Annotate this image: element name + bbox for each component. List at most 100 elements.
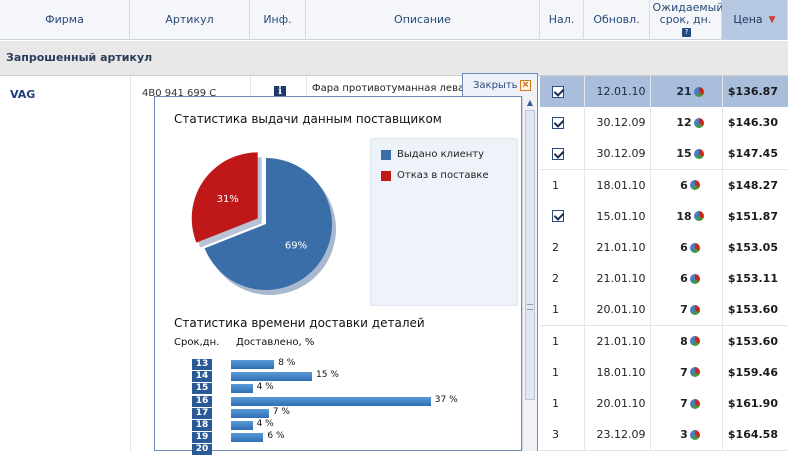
term-cell: 12	[658, 107, 722, 138]
scroll-up-icon[interactable]: ▲	[524, 98, 536, 110]
divider	[584, 107, 585, 139]
availability-cell: 1	[552, 334, 559, 348]
table-row[interactable]: 1 20.01.10 7 $161.90	[540, 388, 788, 420]
col-availability[interactable]: Нал.	[540, 0, 584, 40]
updated-cell: 12.01.10	[596, 85, 646, 98]
time-title: Статистика времени доставки деталей	[174, 316, 425, 330]
stats-pie-icon[interactable]	[693, 117, 704, 128]
close-button[interactable]: Закрыть ×	[462, 73, 538, 97]
price-cell: $136.87	[727, 85, 778, 98]
bar-value-label: 37 %	[434, 394, 458, 405]
stats-pie-icon[interactable]	[693, 86, 704, 97]
in-stock-checkbox-icon	[552, 116, 564, 129]
divider	[650, 138, 651, 170]
price-cell: $153.11	[727, 272, 778, 286]
divider	[722, 138, 723, 170]
item-firm: VAG	[10, 88, 36, 101]
bar-value-label: 7 %	[272, 406, 290, 417]
col-price[interactable]: Цена ▼	[722, 0, 788, 40]
bar-category-label: 20	[192, 444, 212, 455]
updated-cell: 18.01.10	[596, 365, 646, 379]
availability-cell	[552, 76, 582, 107]
stats-pie-icon[interactable]	[689, 180, 700, 191]
updated-cell: 18.01.10	[596, 178, 646, 192]
updated-cell: 20.01.10	[596, 397, 646, 410]
scrollbar-thumb[interactable]	[525, 110, 535, 400]
divider	[722, 232, 723, 263]
availability-cell	[552, 138, 582, 169]
pie-slice-label: 69%	[285, 240, 307, 251]
divider	[650, 325, 651, 357]
table-row[interactable]: 1 18.01.10 7 $159.46	[540, 356, 788, 389]
stats-pie-icon[interactable]	[689, 429, 700, 440]
term-cell: 18	[658, 201, 722, 232]
bar-category-label: 13	[192, 359, 212, 370]
updated-cell: 21.01.10	[596, 272, 646, 286]
stats-pie-icon[interactable]	[693, 148, 704, 159]
table-row[interactable]: 30.12.09 15 $147.45	[540, 138, 788, 171]
availability-cell: 1	[552, 178, 559, 192]
stats-pie-icon[interactable]	[689, 304, 700, 315]
divider	[584, 169, 585, 201]
col-description[interactable]: Описание	[306, 0, 540, 40]
term-cell: 21	[658, 76, 722, 107]
term-cell: 7	[658, 294, 722, 325]
pie-slice-label: 31%	[217, 194, 239, 205]
col-info[interactable]: Инф.	[250, 0, 306, 40]
divider	[584, 294, 585, 326]
close-icon[interactable]: ×	[520, 80, 531, 91]
bar-category-label: 18	[192, 420, 212, 431]
availability-cell	[552, 107, 582, 138]
bar-value-label: 4 %	[256, 419, 274, 429]
table-row[interactable]: 2 21.01.10 6 $153.11	[540, 263, 788, 296]
term-cell: 6	[658, 232, 722, 263]
stats-pie-icon[interactable]	[689, 242, 700, 253]
stats-pie-icon[interactable]	[689, 367, 700, 378]
col-article[interactable]: Артикул	[130, 0, 250, 40]
term-value: 18	[676, 209, 692, 223]
divider	[650, 76, 651, 107]
stats-pie-icon[interactable]	[689, 336, 700, 347]
updated-cell: 23.12.09	[596, 428, 646, 442]
divider	[650, 200, 651, 232]
divider	[650, 232, 651, 263]
divider	[584, 200, 585, 232]
price-cell: $164.58	[727, 428, 778, 442]
divider	[650, 263, 651, 295]
stats-pie-icon[interactable]	[689, 273, 700, 284]
table-row[interactable]: 3 23.12.09 3 $164.58	[540, 419, 788, 452]
bar-value-label: 4 %	[256, 382, 274, 393]
bar	[231, 408, 269, 418]
bar	[231, 360, 275, 369]
col-firm[interactable]: Фирма	[0, 0, 130, 40]
stats-pie-icon[interactable]	[693, 211, 704, 222]
table-row[interactable]: 30.12.09 12 $146.30	[540, 107, 788, 140]
divider	[650, 107, 651, 139]
delivery-pie-chart: 69% 31%	[191, 152, 336, 295]
col-updated[interactable]: Обновл.	[584, 0, 650, 40]
table-row[interactable]: 1 18.01.10 6 $148.27	[540, 169, 788, 202]
help-icon[interactable]: ?	[682, 27, 691, 37]
table-row[interactable]: 12.01.10 21 $136.87	[540, 76, 788, 108]
price-cell: $147.45	[727, 147, 778, 161]
price-cell: $161.90	[727, 397, 778, 410]
divider	[722, 107, 723, 139]
divider	[584, 388, 585, 419]
stats-title: Статистика выдачи данным поставщиком	[174, 112, 442, 126]
term-value: 15	[676, 147, 692, 161]
col-expected-term[interactable]: Ожидаемый срок, дн.?	[650, 0, 723, 40]
updated-cell: 30.12.09	[596, 116, 646, 130]
term-cell: 6	[658, 263, 722, 294]
section-title: Запрошенный артикул	[6, 51, 153, 64]
availability-cell: 2	[552, 241, 559, 254]
section-requested-article: Запрошенный артикул	[0, 41, 788, 76]
price-cell: $159.46	[727, 365, 778, 379]
table-row[interactable]: 1 21.01.10 8 $153.60	[540, 325, 788, 358]
table-row[interactable]: 2 21.01.10 6 $153.05	[540, 232, 788, 264]
divider	[584, 263, 585, 295]
term-cell: 6	[658, 170, 722, 201]
table-row[interactable]: 1 20.01.10 7 $153.60	[540, 294, 788, 327]
table-row[interactable]: 15.01.10 18 $151.87	[540, 200, 788, 233]
stats-pie-icon[interactable]	[689, 398, 700, 409]
availability-cell: 1	[552, 365, 559, 379]
